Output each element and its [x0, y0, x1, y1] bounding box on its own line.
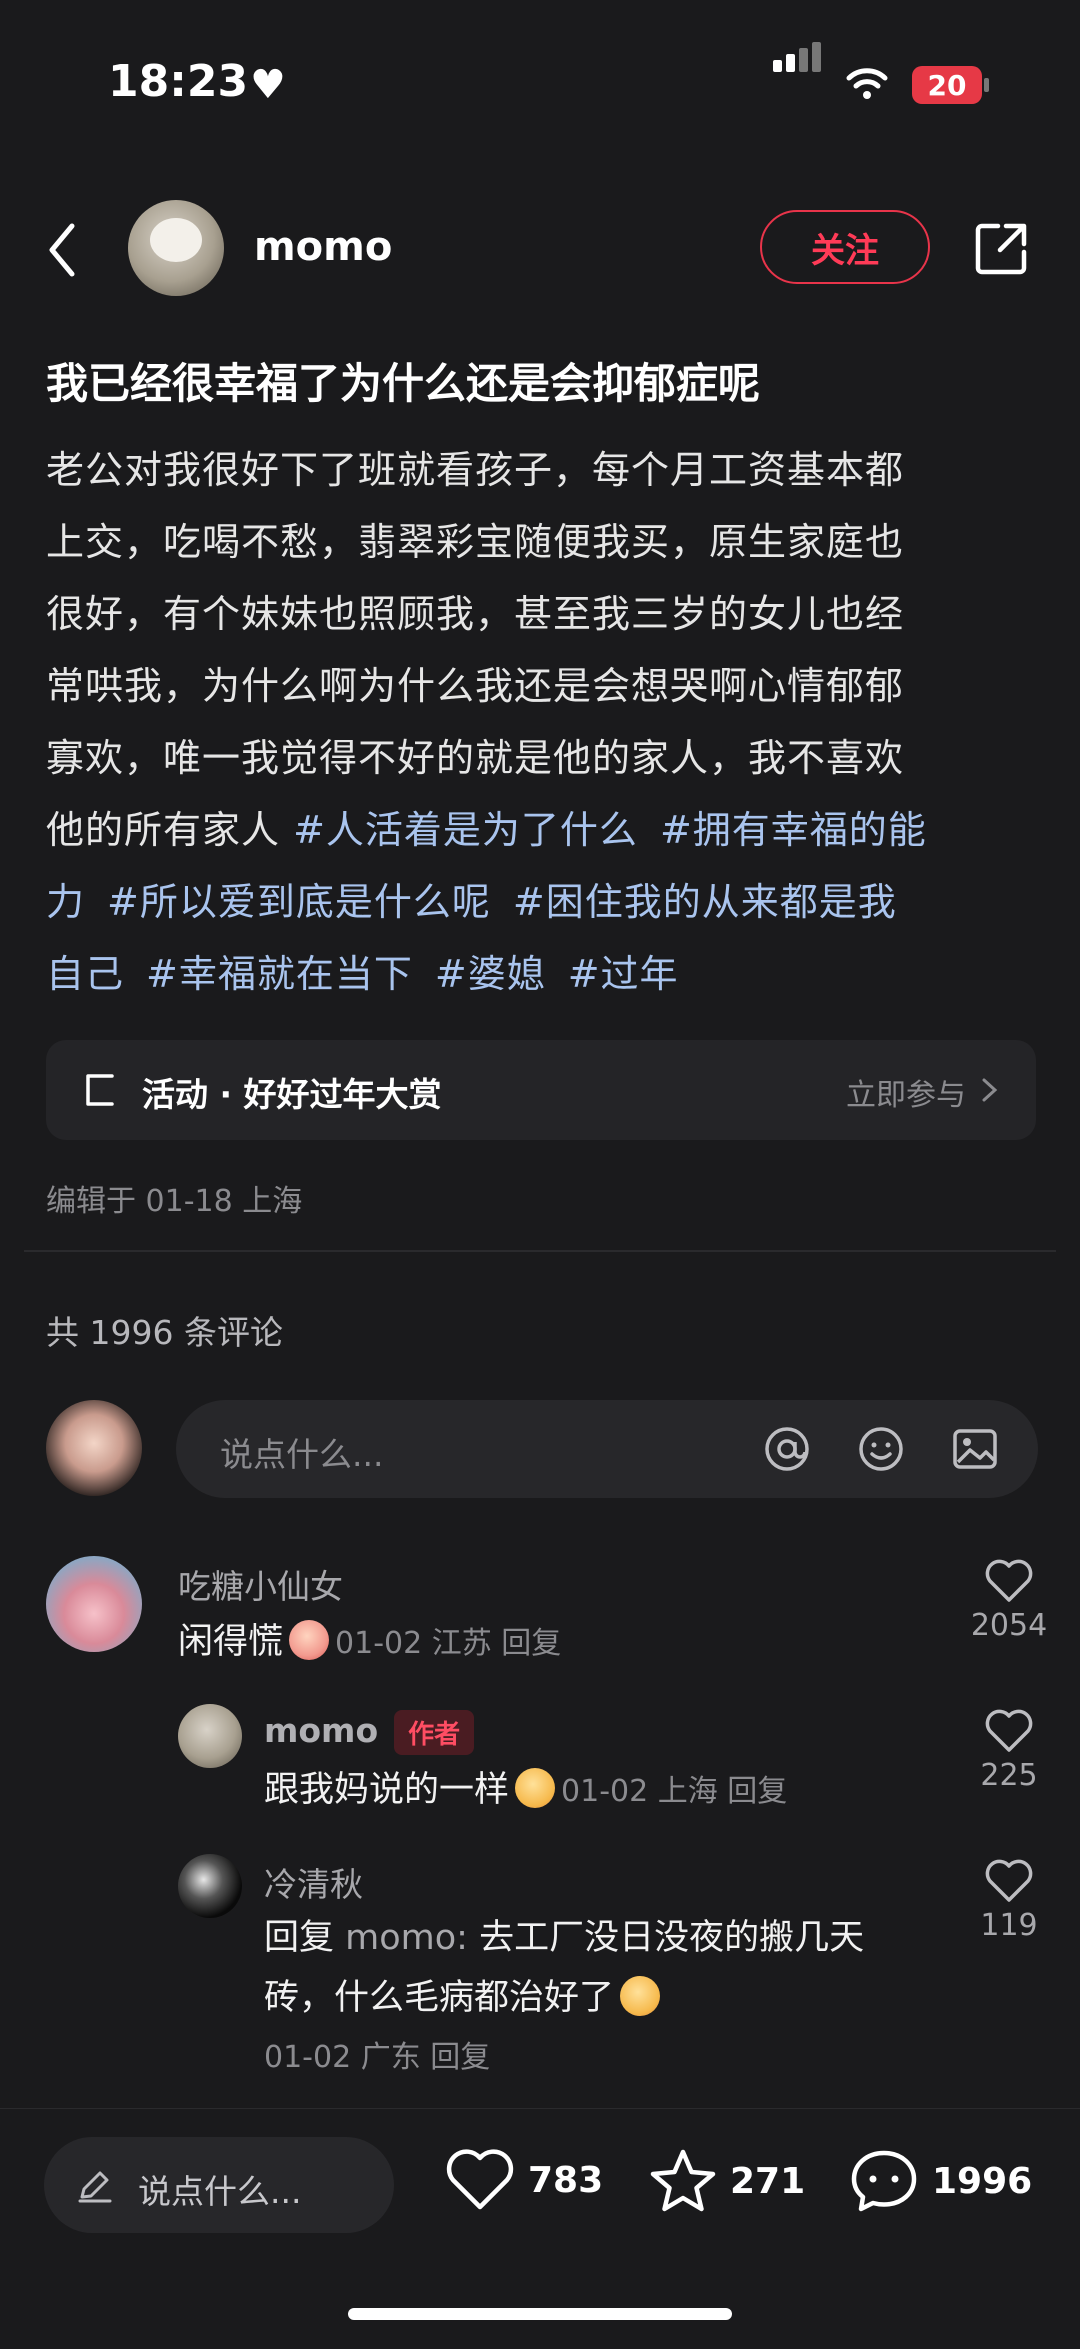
mention-icon[interactable]	[762, 1424, 812, 1474]
reply-prefix: 回复	[264, 1918, 346, 1958]
pencil-icon	[78, 2171, 112, 2203]
commenter-name[interactable]: 吃糖小仙女	[178, 1560, 343, 1608]
hashtag[interactable]: #过年	[568, 952, 679, 996]
crying-emoji-icon	[620, 1976, 661, 2016]
activity-icon	[86, 1074, 114, 1106]
comment-body: 闲得慌	[178, 1622, 284, 1662]
share-icon[interactable]	[972, 220, 1030, 278]
emoji-icon[interactable]	[856, 1424, 906, 1474]
commenter-name[interactable]: 冷清秋	[264, 1858, 363, 1906]
battery-indicator: 20	[912, 66, 982, 104]
bottom-input-placeholder: 说点什么...	[138, 2172, 302, 2211]
heart-outline-icon	[985, 1709, 1033, 1752]
comment-like-count: 119	[980, 1908, 1038, 1943]
comment-input-placeholder: 说点什么...	[220, 1435, 384, 1474]
comment-count-button: 1996	[932, 2160, 1033, 2202]
comment-text[interactable]: 回复 momo: 去工厂没日没夜的搬几天 砖，什么毛病都治好了 01-02 广东…	[264, 1908, 924, 2088]
post-body-line: 他的所有家人	[46, 808, 294, 852]
crying-emoji-icon	[515, 1768, 556, 1808]
commenter-name-row: momo 作者	[264, 1710, 475, 1755]
like-count: 783	[528, 2159, 604, 2201]
comments-button[interactable]: 1996	[848, 2147, 1032, 2215]
comment-meta[interactable]: 01-02 江苏 回复	[335, 1626, 561, 1661]
divider	[24, 1250, 1056, 1252]
hashtag[interactable]: 自己	[46, 952, 124, 996]
comment-meta[interactable]: 01-02 上海 回复	[561, 1774, 787, 1809]
comment-text[interactable]: 跟我妈说的一样 01-02 上海 回复	[264, 1760, 787, 1822]
activity-join-link[interactable]: 立即参与	[846, 1070, 966, 1114]
post-body-line: 寡欢，唯一我觉得不好的就是他的家人，我不喜欢	[46, 736, 905, 780]
my-avatar	[46, 1400, 142, 1496]
comment-body: 砖，什么毛病都治好了	[264, 1978, 615, 2018]
favorite-button[interactable]: 271	[648, 2147, 805, 2215]
heart-status-icon: ♥	[250, 62, 286, 108]
author-avatar[interactable]	[128, 200, 224, 296]
post-title: 我已经很幸福了为什么还是会抑郁症呢	[46, 359, 761, 408]
post-body-line: 常哄我，为什么啊为什么我还是会想哭啊心情郁郁	[46, 664, 905, 708]
commenter-avatar[interactable]	[178, 1854, 242, 1918]
post-body: 老公对我很好下了班就看孩子，每个月工资基本都 上交，吃喝不愁，翡翠彩宝随便我买，…	[46, 434, 1042, 1010]
star-outline-icon	[650, 2149, 716, 2212]
comment-body: 去工厂没日没夜的搬几天	[479, 1918, 865, 1958]
battery-cap	[984, 78, 989, 92]
emoji-icon	[289, 1620, 330, 1660]
image-icon[interactable]	[950, 1424, 1000, 1474]
follow-button[interactable]: 关注	[760, 210, 930, 284]
author-badge: 作者	[394, 1710, 475, 1755]
commenter-avatar[interactable]	[46, 1556, 142, 1652]
comment-like-count: 2054	[970, 1608, 1048, 1643]
wifi-icon	[846, 68, 888, 99]
favorite-count: 271	[730, 2160, 806, 2202]
heart-outline-icon	[446, 2149, 514, 2210]
post-header: momo 关注	[0, 200, 1080, 300]
comment-like-count: 225	[980, 1758, 1038, 1793]
post-body-line: 上交，吃喝不愁，翡翠彩宝随便我买，原生家庭也	[46, 520, 905, 564]
comment-count: 共 1996 条评论	[46, 1313, 283, 1352]
hashtag[interactable]: #人活着是为了什么	[293, 808, 638, 852]
commenter-avatar[interactable]	[178, 1704, 242, 1768]
comment-body: 跟我妈说的一样	[264, 1770, 510, 1810]
home-indicator	[348, 2308, 732, 2320]
chevron-right-icon	[982, 1078, 998, 1102]
comment-like[interactable]: 119	[964, 1858, 1054, 1943]
hashtag[interactable]: #所以爱到底是什么呢	[107, 880, 491, 924]
reply-to-user[interactable]: momo:	[345, 1918, 479, 1958]
heart-outline-icon	[985, 1859, 1033, 1902]
author-username[interactable]: momo	[254, 224, 392, 270]
hashtag[interactable]: #拥有幸福的能	[660, 808, 927, 852]
comment-like[interactable]: 225	[964, 1708, 1054, 1793]
edit-meta: 编辑于 01-18 上海	[46, 1184, 303, 1219]
back-arrow-icon[interactable]	[42, 220, 82, 280]
post-body-line: 很好，有个妹妹也照顾我，甚至我三岁的女儿也经	[46, 592, 905, 636]
commenter-name[interactable]: momo	[264, 1711, 378, 1750]
hashtag[interactable]: 力	[46, 880, 85, 924]
bottom-comment-input[interactable]: 说点什么...	[44, 2137, 394, 2233]
status-bar: 18:23 ♥ 20	[0, 0, 1080, 170]
heart-outline-icon	[985, 1559, 1033, 1602]
status-time: 18:23	[108, 56, 249, 107]
comment-text[interactable]: 闲得慌 01-02 江苏 回复	[178, 1612, 561, 1674]
comment-bubble-icon	[851, 2150, 917, 2212]
post-body-line: 老公对我很好下了班就看孩子，每个月工资基本都	[46, 448, 905, 492]
like-button[interactable]: 783	[444, 2147, 603, 2213]
comment-meta[interactable]: 01-02 广东 回复	[264, 2028, 924, 2088]
hashtag[interactable]: #幸福就在当下	[146, 952, 413, 996]
activity-title: 活动 · 好好过年大赏	[142, 1075, 442, 1114]
comment-like[interactable]: 2054	[964, 1558, 1054, 1643]
activity-card[interactable]: 活动 · 好好过年大赏 立即参与	[46, 1040, 1036, 1140]
comment-input[interactable]: 说点什么...	[176, 1400, 1038, 1498]
hashtag[interactable]: #困住我的从来都是我	[513, 880, 897, 924]
hashtag[interactable]: #婆媳	[435, 952, 546, 996]
